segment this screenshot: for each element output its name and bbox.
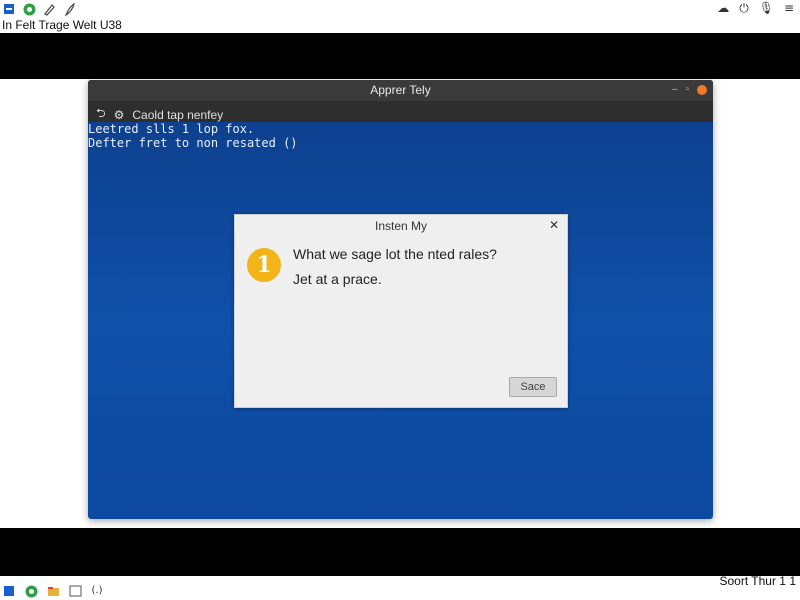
system-tray: ☁ ⏻ 🎙 ≡ — [717, 1, 794, 16]
host-top-icons — [0, 0, 76, 18]
mic-icon[interactable]: 🎙 — [759, 1, 774, 16]
window-title: Apprer Tely — [370, 83, 431, 97]
gear-icon[interactable]: ⚙ — [114, 108, 125, 122]
message-dialog: Insten My ✕ 1 What we sage lot the nted … — [234, 214, 568, 408]
window-icon[interactable] — [68, 584, 82, 598]
host-menu-text[interactable]: In Felt Trage Welt U38 — [2, 18, 122, 32]
letterbox-bottom — [0, 528, 800, 576]
folder-icon[interactable] — [46, 584, 60, 598]
maximize-icon[interactable]: ▫ — [685, 84, 689, 95]
app-icon[interactable] — [2, 584, 16, 598]
terminal-output: Leetred slls 1 lop fox. Defter fret to n… — [88, 122, 298, 150]
power-icon[interactable]: ⏻ — [739, 1, 749, 16]
bars-icon[interactable]: ≡ — [784, 1, 794, 16]
app-icon[interactable] — [2, 2, 16, 16]
terminal-line: Leetred slls 1 lop fox. — [88, 122, 255, 136]
minimize-icon[interactable]: – — [672, 84, 678, 95]
dialog-title: Insten My — [374, 219, 428, 233]
cloud-icon[interactable]: ☁ — [717, 1, 729, 16]
save-button[interactable]: Sace — [509, 377, 557, 397]
close-icon[interactable] — [697, 84, 707, 95]
close-icon[interactable]: ✕ — [549, 218, 559, 232]
system-clock: Soort Thur 1 1 — [719, 574, 797, 588]
host-top-bar: In Felt Trage Welt U38 ☁ ⏻ 🎙 ≡ — [0, 0, 800, 33]
window-toolbar: ⮌ ⚙ Caold tap nenfey — [88, 101, 713, 122]
terminal-icon[interactable]: (.) — [90, 584, 104, 598]
taskbar-icons: (.) — [2, 584, 104, 598]
dialog-message: What we sage lot the nted rales? — [293, 246, 497, 262]
chrome-icon[interactable] — [24, 584, 38, 598]
feather-icon[interactable] — [62, 2, 76, 16]
chrome-icon[interactable] — [22, 2, 36, 16]
dialog-submessage: Jet at a prace. — [293, 271, 382, 287]
window-titlebar[interactable]: Apprer Tely – ▫ — [88, 80, 713, 101]
letterbox-top — [0, 33, 800, 79]
pen-icon[interactable] — [42, 2, 56, 16]
terminal-line: Defter fret to non resated () — [88, 136, 298, 150]
taskbar: (.) Soort Thur 1 1 — [0, 574, 800, 600]
window-controls: – ▫ — [672, 84, 707, 95]
toolbar-label: Caold tap nenfey — [132, 107, 224, 122]
info-badge-icon: 1 — [247, 248, 281, 282]
